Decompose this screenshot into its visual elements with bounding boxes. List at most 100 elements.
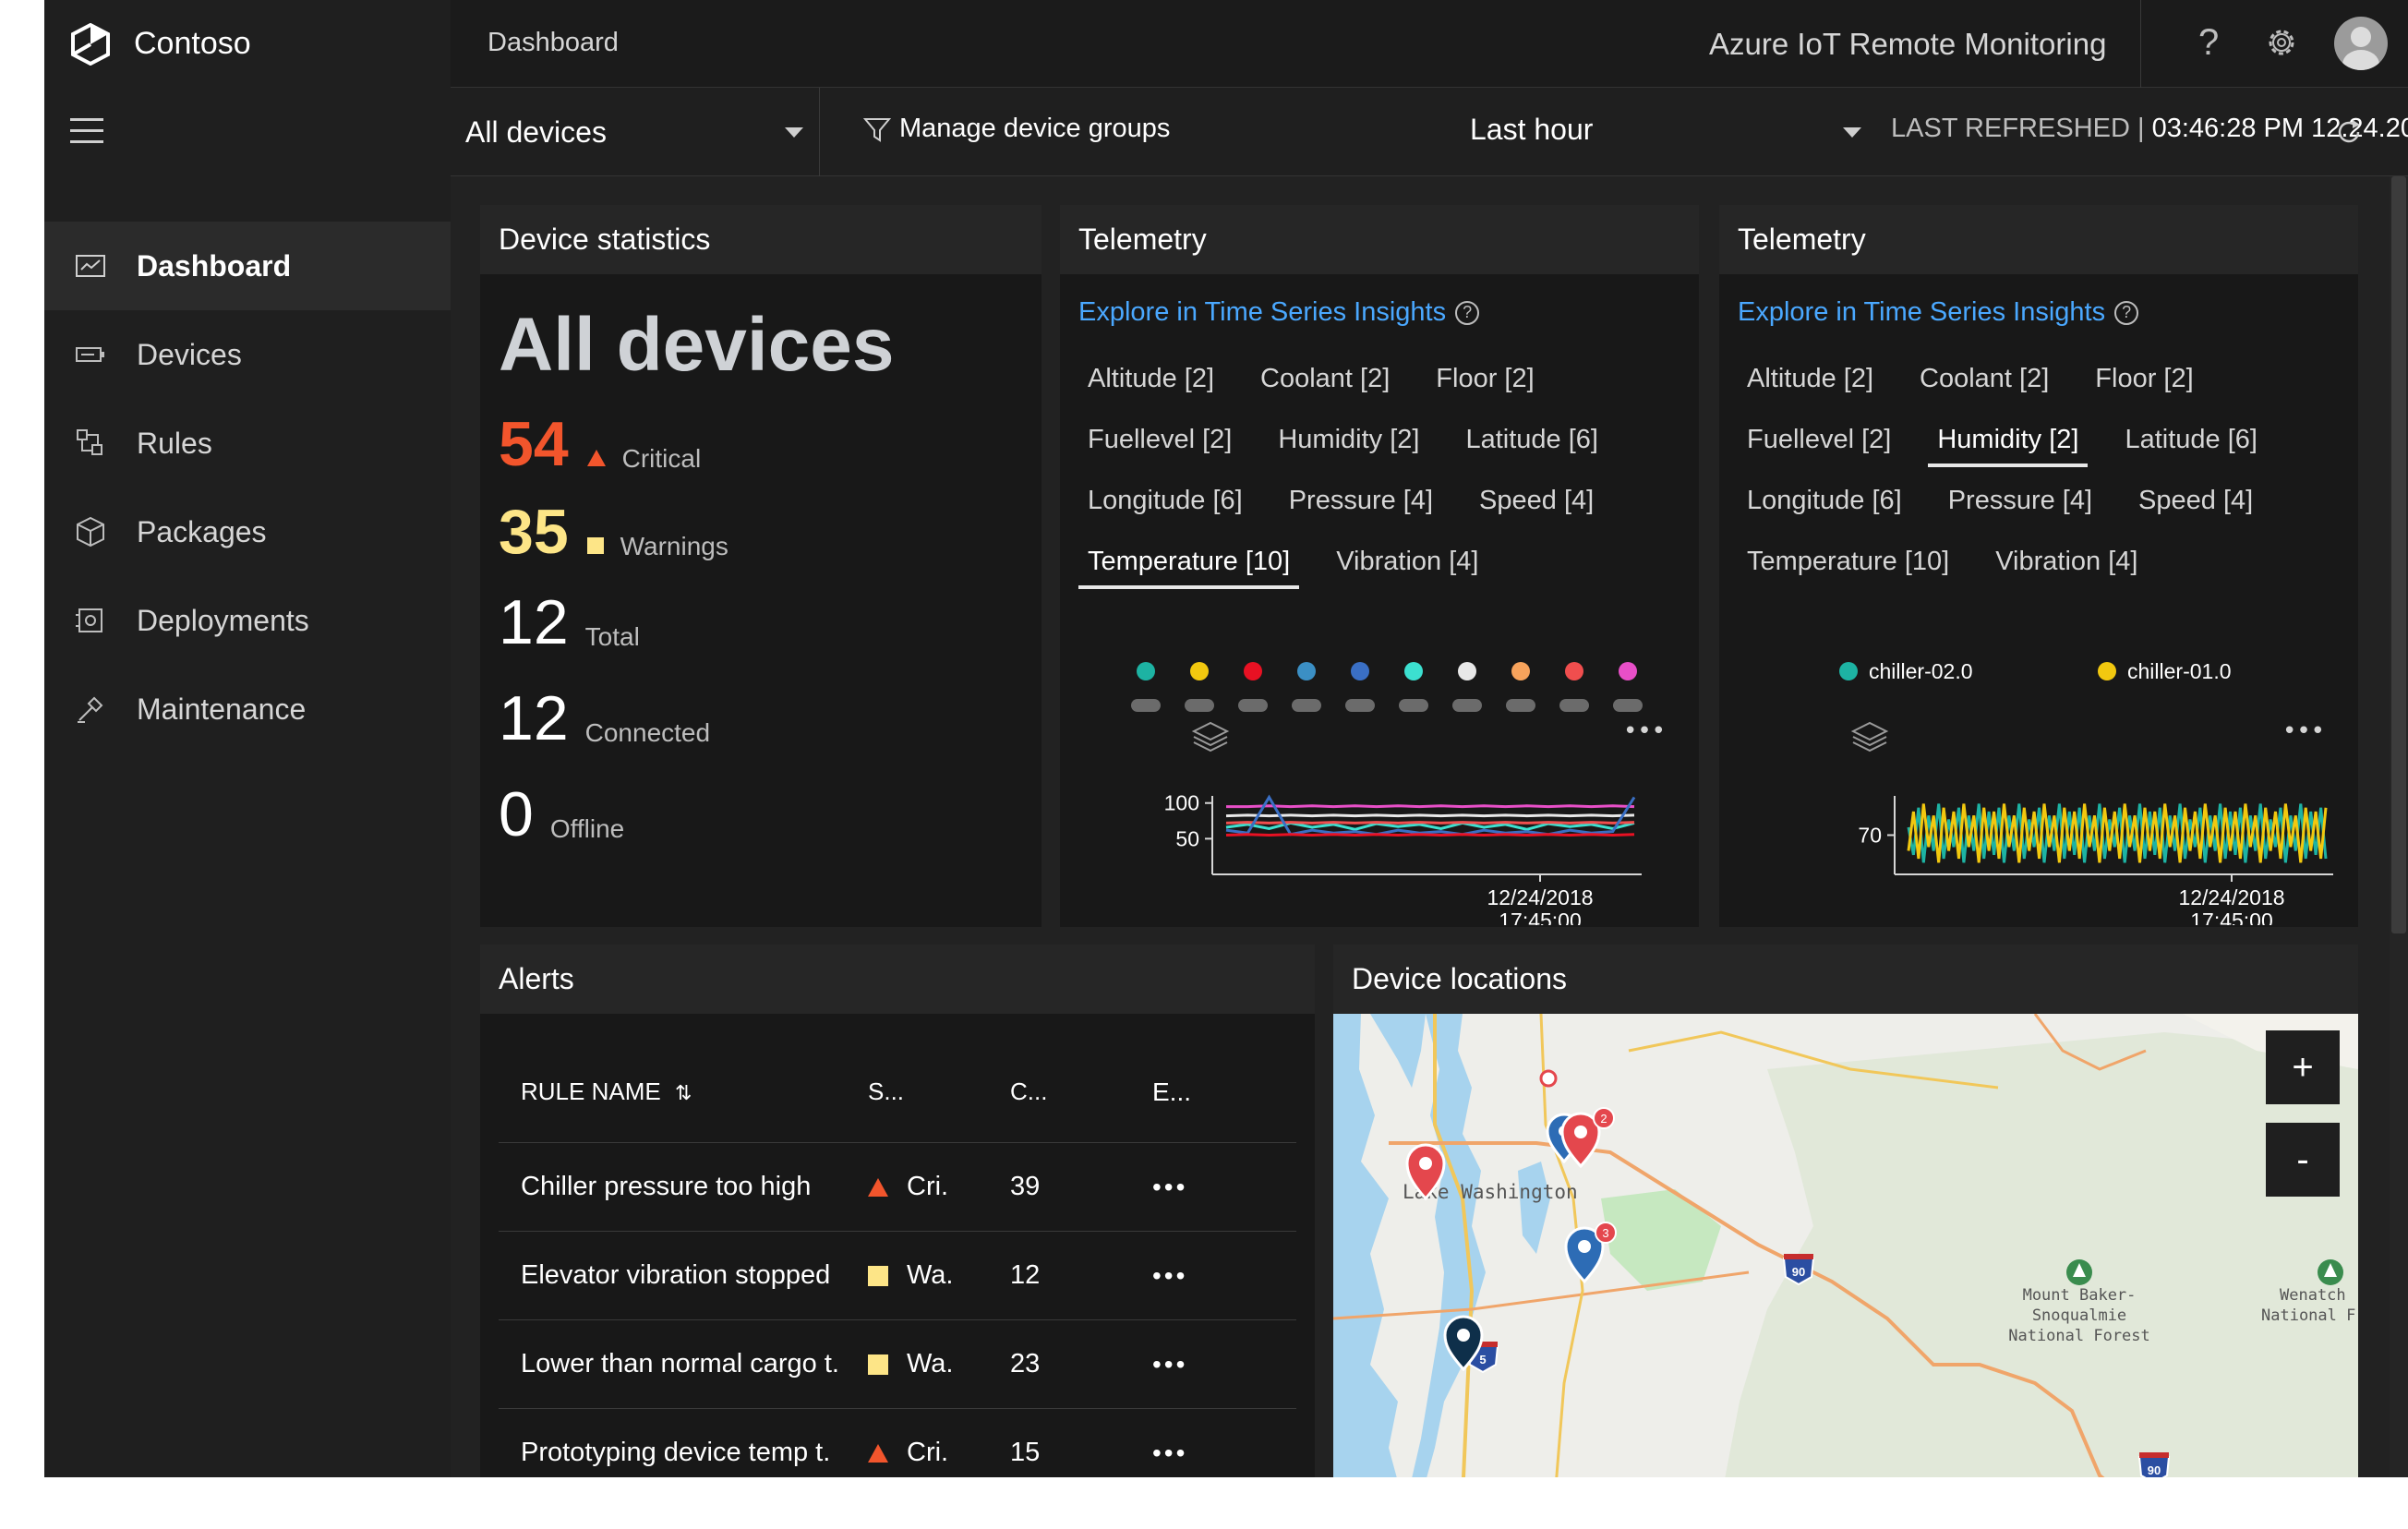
critical-count: 54 — [499, 409, 569, 479]
legend-dot[interactable] — [1351, 662, 1369, 680]
table-row[interactable]: Lower than normal cargo t. Wa. 23 ••• — [499, 1320, 1296, 1409]
telemetry-tab[interactable]: Vibration [4] — [1336, 536, 1478, 596]
legend-dot[interactable] — [1458, 662, 1476, 680]
contoso-logo-icon — [71, 22, 110, 66]
sidebar-item-dashboard[interactable]: Dashboard — [44, 222, 451, 310]
legend-toggle[interactable] — [1452, 699, 1482, 712]
telemetry-tab[interactable]: Speed [4] — [1479, 475, 1594, 536]
legend-dot[interactable] — [1511, 662, 1530, 680]
hamburger-menu-icon[interactable] — [70, 118, 103, 146]
chevron-down-icon[interactable] — [1843, 127, 1861, 138]
telemetry-tab[interactable]: Longitude [6] — [1088, 475, 1243, 536]
telemetry-tab[interactable]: Longitude [6] — [1747, 475, 1902, 536]
telemetry-chart: chiller-02.0 chiller-01.0 ••• 70 12/24/20181… — [1839, 659, 2333, 925]
table-row[interactable]: Elevator vibration stopped Wa. 12 ••• — [499, 1232, 1296, 1320]
legend-dot[interactable] — [1619, 662, 1637, 680]
telemetry-tab[interactable]: Altitude [2] — [1747, 353, 1873, 414]
zoom-in-button[interactable]: + — [2266, 1030, 2340, 1104]
legend-dot[interactable] — [1839, 662, 1858, 680]
table-row[interactable]: Prototyping device temp t. Cri. 15 ••• — [499, 1409, 1296, 1477]
legend-toggle[interactable] — [1185, 699, 1214, 712]
telemetry-tab[interactable]: Floor [2] — [1436, 353, 1534, 414]
chart-more-options-icon[interactable]: ••• — [1623, 717, 1666, 745]
more-options-icon[interactable]: ••• — [1152, 1261, 1263, 1291]
legend-dot[interactable] — [1190, 662, 1209, 680]
legend-toggle[interactable] — [1399, 699, 1428, 712]
telemetry-tab[interactable]: Fuellevel [2] — [1747, 414, 1891, 475]
refresh-icon[interactable] — [2334, 117, 2364, 147]
telemetry-tab[interactable]: Temperature [10] — [1747, 536, 1949, 596]
sidebar-item-devices[interactable]: Devices — [44, 310, 451, 399]
legend-dot[interactable] — [1404, 662, 1423, 680]
explore-tsi-link[interactable]: Explore in Time Series Insights ? — [1738, 297, 2139, 328]
help-icon[interactable]: ? — [2198, 22, 2219, 64]
telemetry-tab[interactable]: Latitude [6] — [1465, 414, 1598, 475]
cluster-badge[interactable]: 3 — [1595, 1222, 1617, 1244]
legend-dot[interactable] — [1244, 662, 1262, 680]
legend-dot[interactable] — [1137, 662, 1155, 680]
manage-device-groups-label: Manage device groups — [899, 114, 1171, 143]
device-locations-panel: Device locations Lake Washington Mount B… — [1333, 945, 2358, 1477]
info-icon[interactable]: ? — [2114, 300, 2139, 325]
legend-toggle[interactable] — [1292, 699, 1321, 712]
sidebar-item-deployments[interactable]: Deployments — [44, 576, 451, 665]
telemetry-tab[interactable]: Pressure [4] — [1948, 475, 2092, 536]
telemetry-tab[interactable]: Humidity [2] — [1928, 414, 2089, 467]
explore-tsi-link[interactable]: Explore in Time Series Insights ? — [1078, 297, 1480, 328]
page-scrollbar[interactable] — [2390, 176, 2408, 1477]
telemetry-tab[interactable]: Coolant [2] — [1920, 353, 2049, 414]
critical-triangle-icon — [868, 1177, 888, 1197]
device-map[interactable]: Lake Washington Mount Baker- Snoqualmie … — [1333, 1014, 2358, 1477]
zoom-out-button[interactable]: - — [2266, 1123, 2340, 1197]
gear-icon[interactable] — [2263, 24, 2300, 61]
more-options-icon[interactable]: ••• — [1152, 1173, 1263, 1202]
legend-dot[interactable] — [1565, 662, 1583, 680]
telemetry-tab[interactable]: Coolant [2] — [1260, 353, 1390, 414]
legend-dot[interactable] — [1297, 662, 1316, 680]
time-range-select[interactable]: Last hour — [1470, 113, 1593, 147]
chart-more-options-icon[interactable]: ••• — [2282, 717, 2325, 745]
table-row[interactable]: Chiller pressure too high Cri. 39 ••• — [499, 1143, 1296, 1232]
sidebar-item-label: Dashboard — [137, 248, 292, 283]
legend-toggle[interactable] — [1559, 699, 1589, 712]
map-label-forest: National Forest — [2008, 1327, 2150, 1345]
sidebar-item-rules[interactable]: Rules — [44, 399, 451, 488]
telemetry-tab[interactable]: Speed [4] — [2138, 475, 2253, 536]
count-cell: 15 — [1010, 1438, 1041, 1467]
column-header-rule-name[interactable]: RULE NAME ⇅ — [499, 1078, 868, 1106]
legend-toggle[interactable] — [1238, 699, 1268, 712]
legend-label[interactable]: chiller-02.0 — [1869, 659, 1973, 683]
layers-icon[interactable] — [1850, 721, 1889, 752]
telemetry-tab[interactable]: Vibration [4] — [1995, 536, 2137, 596]
legend-toggle[interactable] — [1613, 699, 1643, 712]
telemetry-tab[interactable]: Fuellevel [2] — [1088, 414, 1232, 475]
device-group-select[interactable]: All devices — [451, 88, 820, 176]
telemetry-tab[interactable]: Temperature [10] — [1078, 536, 1300, 589]
more-options-icon[interactable]: ••• — [1152, 1350, 1263, 1379]
legend-dot[interactable] — [2098, 662, 2116, 680]
connected-stat: 12 Connected — [499, 687, 710, 750]
sidebar-item-maintenance[interactable]: Maintenance — [44, 665, 451, 753]
column-header-severity[interactable]: S... — [868, 1078, 1010, 1106]
legend-toggle[interactable] — [1506, 699, 1535, 712]
sort-icon[interactable]: ⇅ — [675, 1081, 692, 1104]
legend-toggle[interactable] — [1345, 699, 1375, 712]
telemetry-tab[interactable]: Latitude [6] — [2125, 414, 2258, 475]
legend-label[interactable]: chiller-01.0 — [2127, 659, 2232, 683]
column-header-count[interactable]: C... — [1010, 1078, 1152, 1106]
info-icon[interactable]: ? — [1455, 300, 1480, 325]
alerts-panel: Alerts RULE NAME ⇅ S... C... E... Chille… — [480, 945, 1315, 1477]
severity-label: Wa. — [907, 1349, 954, 1379]
column-header-explore[interactable]: E... — [1152, 1078, 1263, 1107]
sidebar-item-packages[interactable]: Packages — [44, 488, 451, 576]
layers-icon[interactable] — [1191, 721, 1230, 752]
more-options-icon[interactable]: ••• — [1152, 1439, 1263, 1468]
telemetry-tab[interactable]: Pressure [4] — [1289, 475, 1433, 536]
cluster-badge[interactable]: 2 — [1593, 1107, 1615, 1129]
manage-device-groups-button[interactable]: Manage device groups — [862, 114, 1170, 144]
legend-toggle[interactable] — [1131, 699, 1161, 712]
telemetry-tab[interactable]: Humidity [2] — [1278, 414, 1419, 475]
telemetry-tab[interactable]: Altitude [2] — [1088, 353, 1214, 414]
avatar[interactable] — [2334, 17, 2388, 70]
telemetry-tab[interactable]: Floor [2] — [2095, 353, 2193, 414]
